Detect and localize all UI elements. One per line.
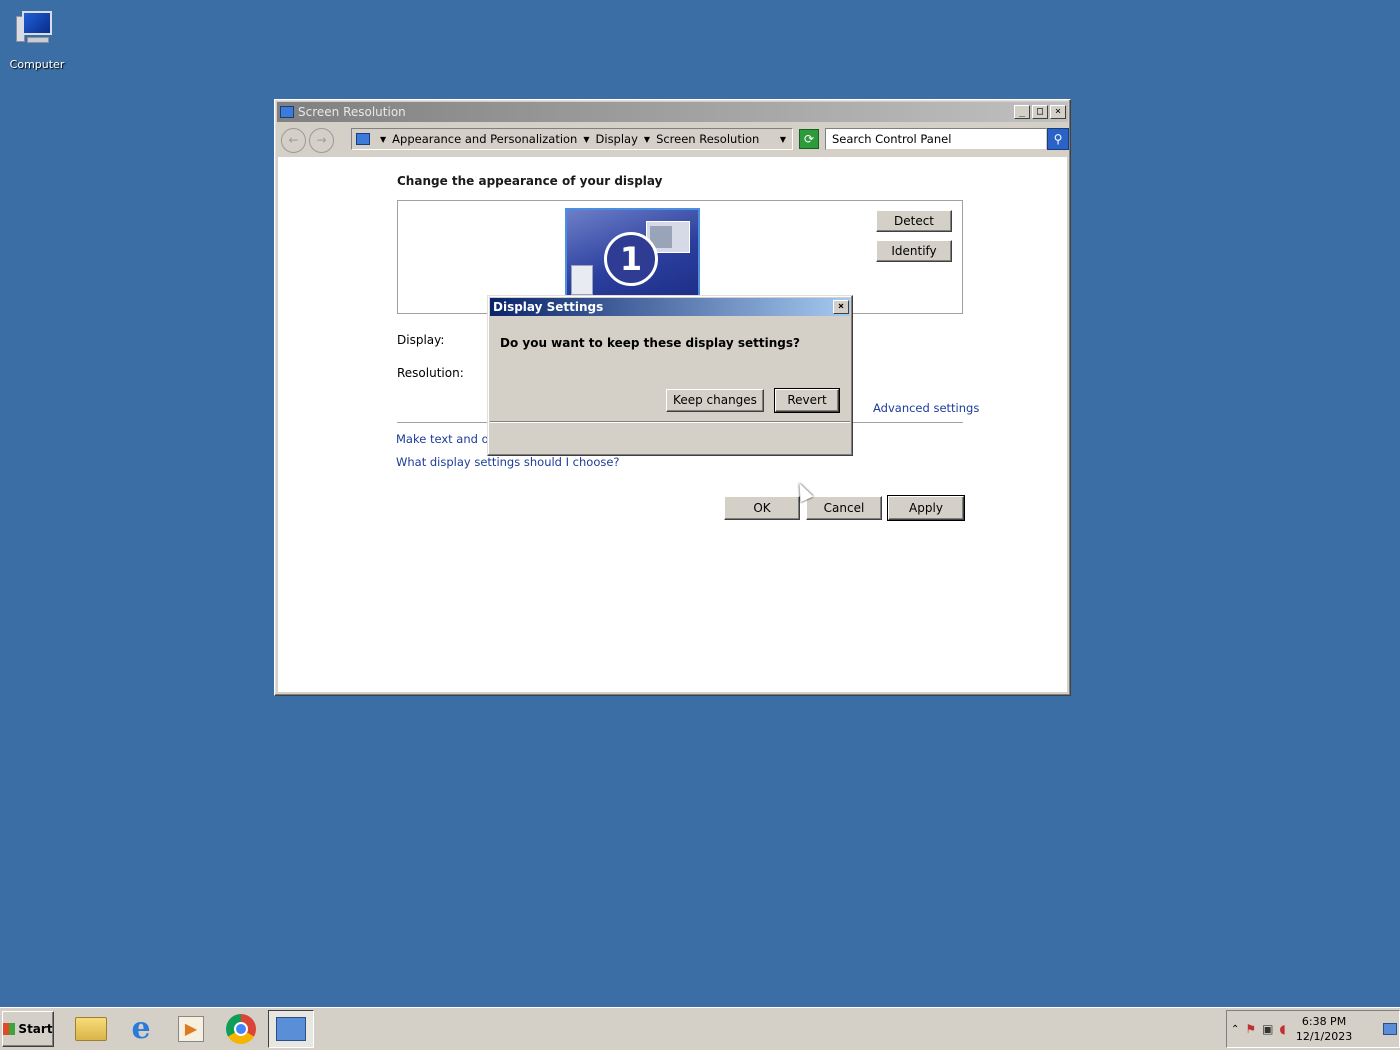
volume-muted-icon[interactable]: ◖ bbox=[1280, 1022, 1286, 1036]
advanced-settings-link[interactable]: Advanced settings bbox=[873, 401, 979, 415]
show-desktop-icon[interactable] bbox=[1383, 1023, 1397, 1035]
apply-button[interactable]: Apply bbox=[887, 495, 965, 521]
taskbar-internet-explorer[interactable]: e bbox=[118, 1010, 164, 1048]
search-input[interactable]: Search Control Panel bbox=[825, 128, 1047, 150]
search-icon: ⚲ bbox=[1053, 132, 1063, 146]
detect-button[interactable]: Detect bbox=[876, 210, 952, 232]
dialog-message: Do you want to keep these display settin… bbox=[500, 336, 800, 350]
page-heading: Change the appearance of your display bbox=[397, 174, 663, 188]
maximize-button[interactable]: □ bbox=[1032, 105, 1048, 119]
forward-button[interactable]: → bbox=[309, 127, 334, 153]
search-button[interactable]: ⚲ bbox=[1047, 128, 1069, 150]
taskbar: Start e ▶ ⌃ ⚑ ▣ ◖ 6:38 PM 12/1/2023 bbox=[0, 1007, 1400, 1050]
forward-arrow-icon: → bbox=[316, 133, 327, 147]
identify-button[interactable]: Identify bbox=[876, 240, 952, 262]
navigation-bar: ← → ▼ Appearance and Personalization ▼ D… bbox=[278, 126, 1069, 154]
desktop-icon-label: Computer bbox=[9, 58, 65, 71]
folder-icon bbox=[75, 1017, 107, 1041]
media-player-icon: ▶ bbox=[178, 1016, 204, 1042]
internet-explorer-icon: e bbox=[131, 1011, 151, 1046]
breadcrumb-screen-resolution[interactable]: Screen Resolution bbox=[656, 132, 759, 146]
start-label: Start bbox=[18, 1022, 53, 1036]
window-title: Screen Resolution bbox=[298, 105, 406, 119]
control-panel-icon bbox=[280, 106, 294, 118]
revert-button[interactable]: Revert bbox=[774, 388, 840, 413]
breadcrumb-chevron-icon[interactable]: ▼ bbox=[583, 135, 589, 144]
dialog-title: Display Settings bbox=[493, 300, 604, 314]
clock-time: 6:38 PM bbox=[1301, 1015, 1347, 1028]
display-label: Display: bbox=[397, 333, 445, 347]
breadcrumb-chevron-icon[interactable]: ▼ bbox=[644, 135, 650, 144]
clock-date: 12/1/2023 bbox=[1295, 1030, 1353, 1043]
keep-changes-button[interactable]: Keep changes bbox=[666, 389, 764, 412]
display-settings-help-link[interactable]: What display settings should I choose? bbox=[396, 455, 620, 469]
network-icon[interactable]: ▣ bbox=[1262, 1022, 1273, 1036]
monitor-number: 1 bbox=[604, 232, 658, 286]
dialog-titlebar[interactable]: Display Settings × bbox=[490, 298, 850, 316]
control-panel-icon bbox=[276, 1017, 306, 1041]
refresh-button[interactable]: ⟳ bbox=[799, 129, 819, 149]
ok-button[interactable]: OK bbox=[724, 496, 800, 520]
window-titlebar[interactable]: Screen Resolution _ □ × bbox=[277, 102, 1068, 122]
start-button[interactable]: Start bbox=[2, 1011, 54, 1047]
display-settings-dialog: Display Settings × Do you want to keep t… bbox=[487, 295, 853, 456]
monitor-1-thumbnail[interactable]: 1 bbox=[565, 208, 700, 303]
desktop-icon-computer[interactable]: Computer bbox=[8, 8, 66, 71]
clock[interactable]: 6:38 PM 12/1/2023 bbox=[1296, 1014, 1352, 1044]
windows-logo-icon bbox=[3, 1023, 16, 1035]
address-dropdown-icon[interactable]: ▼ bbox=[780, 135, 786, 144]
action-center-flag-icon[interactable]: ⚑ bbox=[1245, 1022, 1256, 1036]
system-tray: ⌃ ⚑ ▣ ◖ 6:38 PM 12/1/2023 bbox=[1226, 1010, 1400, 1048]
refresh-icon: ⟳ bbox=[803, 132, 815, 146]
dialog-close-button[interactable]: × bbox=[833, 300, 849, 314]
resolution-label: Resolution: bbox=[397, 366, 464, 380]
back-button[interactable]: ← bbox=[281, 127, 306, 153]
close-button[interactable]: × bbox=[1050, 105, 1066, 119]
breadcrumb-display[interactable]: Display bbox=[596, 132, 638, 146]
cancel-button[interactable]: Cancel bbox=[806, 496, 882, 520]
taskbar-explorer[interactable] bbox=[68, 1010, 114, 1048]
minimize-button[interactable]: _ bbox=[1014, 105, 1030, 119]
breadcrumb-chevron-icon[interactable]: ▼ bbox=[380, 135, 386, 144]
taskbar-control-panel[interactable] bbox=[268, 1010, 314, 1048]
address-bar[interactable]: ▼ Appearance and Personalization ▼ Displ… bbox=[351, 128, 793, 150]
taskbar-chrome[interactable] bbox=[218, 1010, 264, 1048]
chrome-icon bbox=[226, 1014, 256, 1044]
breadcrumb-appearance[interactable]: Appearance and Personalization bbox=[392, 132, 577, 146]
document-graphic-icon bbox=[571, 265, 593, 295]
taskbar-media-player[interactable]: ▶ bbox=[168, 1010, 214, 1048]
control-panel-icon bbox=[356, 133, 370, 145]
computer-icon bbox=[14, 8, 60, 54]
show-hidden-icons-chevron-icon[interactable]: ⌃ bbox=[1231, 1024, 1239, 1035]
dialog-separator bbox=[490, 421, 850, 423]
back-arrow-icon: ← bbox=[288, 133, 299, 147]
